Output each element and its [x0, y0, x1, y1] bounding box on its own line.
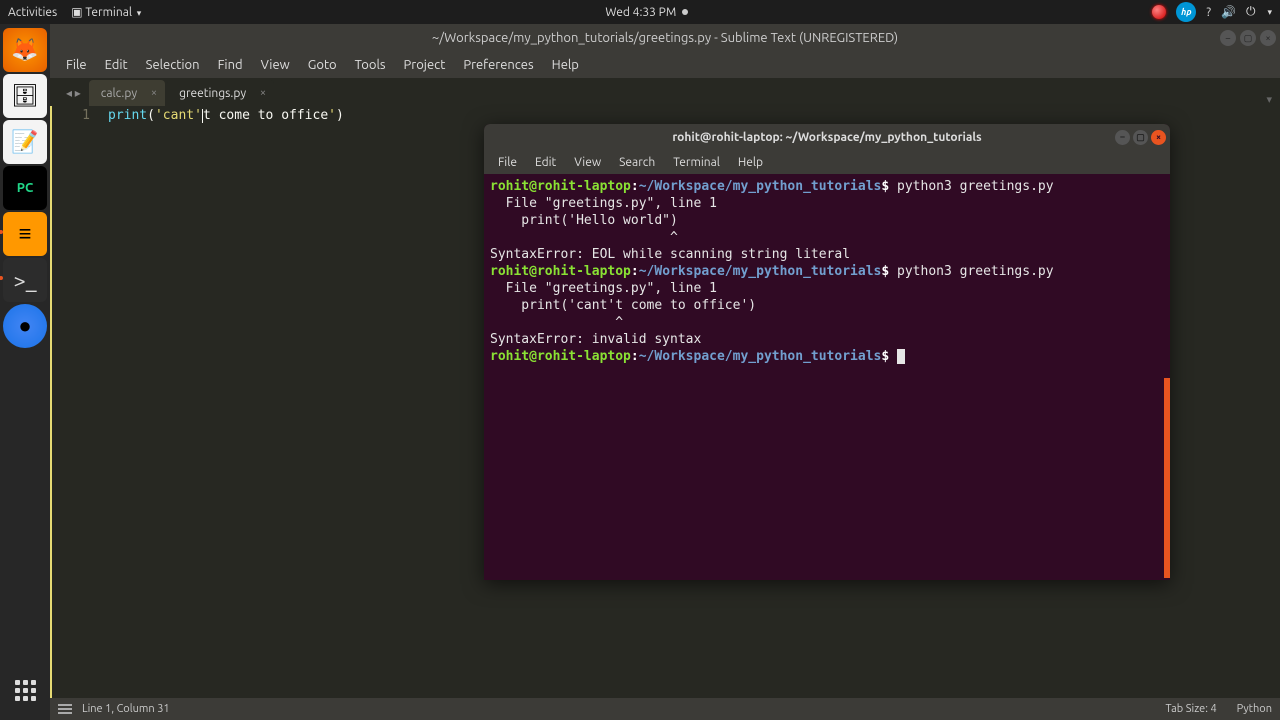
screen-record-icon[interactable]	[1152, 5, 1166, 19]
launcher-pycharm[interactable]: PC	[3, 166, 47, 210]
term-menu-file[interactable]: File	[490, 154, 525, 171]
notification-dot-icon	[682, 9, 688, 15]
sublime-titlebar[interactable]: ~/Workspace/my_python_tutorials/greeting…	[50, 24, 1280, 52]
line-number: 1	[52, 108, 90, 123]
tab-dropdown-icon[interactable]: ▾	[1266, 93, 1272, 106]
menu-view[interactable]: View	[253, 54, 298, 76]
term-menu-terminal[interactable]: Terminal	[665, 154, 728, 171]
chevron-down-icon: ▾	[1267, 7, 1272, 18]
clock[interactable]: Wed 4:33 PM	[605, 6, 676, 19]
show-applications-button[interactable]	[3, 668, 47, 712]
launcher-terminal[interactable]: >_	[3, 258, 47, 302]
launcher-sublime[interactable]: ≡	[3, 212, 47, 256]
close-button[interactable]: ×	[1151, 130, 1166, 145]
tab-bar: ◂ ▸ calc.py × greetings.py × ▾	[50, 78, 1280, 106]
minimize-button[interactable]: –	[1115, 130, 1130, 145]
apps-grid-icon	[15, 680, 36, 701]
power-icon[interactable]: ⏻	[1246, 5, 1256, 19]
launcher-firefox[interactable]: 🦊	[3, 28, 47, 72]
menu-goto[interactable]: Goto	[300, 54, 345, 76]
menu-file[interactable]: File	[58, 54, 95, 76]
terminal-scrollbar[interactable]	[1164, 378, 1170, 578]
activities-button[interactable]: Activities	[8, 6, 57, 19]
close-icon[interactable]: ×	[151, 87, 157, 99]
terminal-cursor	[897, 349, 905, 364]
status-language[interactable]: Python	[1237, 703, 1272, 715]
app-menu[interactable]: ▣ Terminal ▾	[71, 5, 141, 19]
terminal-icon: ▣	[71, 6, 82, 19]
menu-icon[interactable]	[58, 704, 72, 714]
gnome-topbar: Activities ▣ Terminal ▾ Wed 4:33 PM hp ?…	[0, 0, 1280, 24]
menu-selection[interactable]: Selection	[138, 54, 208, 76]
statusbar: Line 1, Column 31 Tab Size: 4 Python	[50, 698, 1280, 720]
terminal-titlebar[interactable]: rohit@rohit-laptop: ~/Workspace/my_pytho…	[484, 124, 1170, 150]
tab-greetings-py[interactable]: greetings.py ×	[167, 80, 274, 106]
menu-project[interactable]: Project	[396, 54, 454, 76]
launcher-chromium[interactable]: ●	[3, 304, 47, 348]
tab-nav-arrows[interactable]: ◂ ▸	[58, 86, 89, 106]
close-button[interactable]: ×	[1260, 30, 1276, 46]
tab-calc-py[interactable]: calc.py ×	[89, 80, 165, 106]
terminal-body[interactable]: rohit@rohit-laptop:~/Workspace/my_python…	[484, 174, 1170, 580]
terminal-window: rohit@rohit-laptop: ~/Workspace/my_pytho…	[484, 124, 1170, 580]
sublime-menubar: File Edit Selection Find View Goto Tools…	[50, 52, 1280, 78]
terminal-menubar: File Edit View Search Terminal Help	[484, 150, 1170, 174]
term-menu-search[interactable]: Search	[611, 154, 663, 171]
help-icon[interactable]: ?	[1206, 6, 1211, 19]
term-menu-help[interactable]: Help	[730, 154, 771, 171]
gutter: 1	[50, 106, 100, 698]
menu-help[interactable]: Help	[544, 54, 587, 76]
term-menu-view[interactable]: View	[566, 154, 609, 171]
launcher-gedit[interactable]: 📝	[3, 120, 47, 164]
launcher-dock: 🦊 🗄 📝 PC ≡ >_ ●	[0, 24, 50, 720]
menu-find[interactable]: Find	[210, 54, 251, 76]
volume-icon[interactable]: 🔊	[1221, 5, 1236, 19]
sublime-title: ~/Workspace/my_python_tutorials/greeting…	[432, 31, 898, 45]
menu-tools[interactable]: Tools	[347, 54, 394, 76]
status-position: Line 1, Column 31	[82, 703, 170, 715]
term-menu-edit[interactable]: Edit	[527, 154, 564, 171]
close-icon[interactable]: ×	[260, 87, 266, 99]
hp-logo-icon: hp	[1176, 2, 1196, 22]
menu-edit[interactable]: Edit	[97, 54, 136, 76]
launcher-files[interactable]: 🗄	[3, 74, 47, 118]
maximize-button[interactable]: ▢	[1240, 30, 1256, 46]
terminal-title: rohit@rohit-laptop: ~/Workspace/my_pytho…	[672, 131, 981, 144]
maximize-button[interactable]: ▢	[1133, 130, 1148, 145]
status-indent[interactable]: Tab Size: 4	[1165, 703, 1216, 715]
menu-preferences[interactable]: Preferences	[455, 54, 541, 76]
minimize-button[interactable]: –	[1220, 30, 1236, 46]
